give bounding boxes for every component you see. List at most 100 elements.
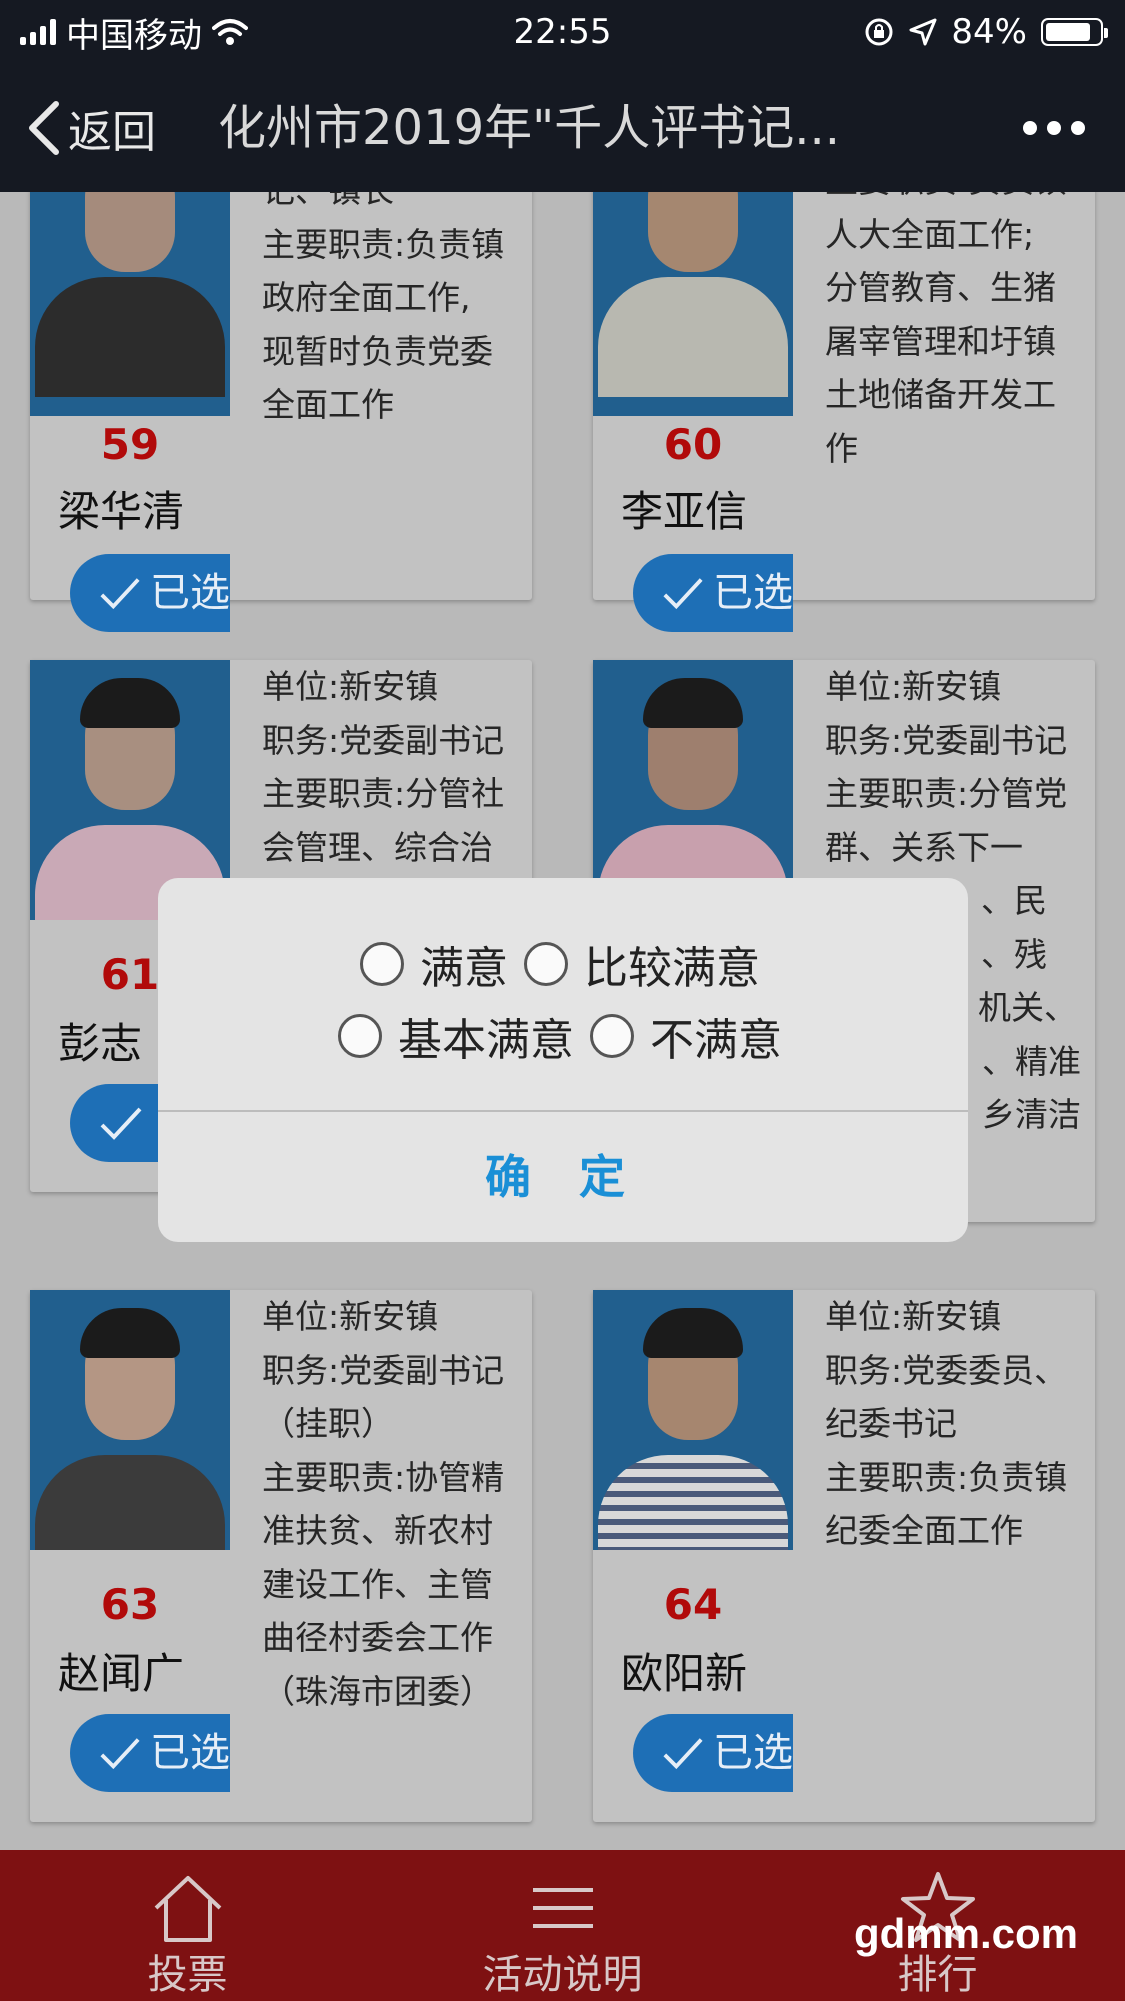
- battery-percent: 84%: [951, 12, 1027, 52]
- info-line: 单位:新安镇: [825, 1297, 1002, 1336]
- candidate-number: 59: [100, 420, 160, 469]
- candidate-info: 单位:新安镇 职务:党委副书记 主要职责:分管社 会管理、综合治: [262, 660, 524, 874]
- radio-button[interactable]: [360, 942, 404, 986]
- info-line: 单位:新安镇: [262, 667, 439, 706]
- check-icon: [663, 578, 703, 610]
- candidate-card: 64 欧阳新 已选 单位:新安镇 职务:党委委员、 纪委书记 主要职责:负责镇 …: [593, 1290, 1095, 1822]
- back-button[interactable]: 返回: [26, 92, 156, 164]
- voted-button[interactable]: 已选: [633, 554, 793, 632]
- candidate-photo: [593, 192, 793, 416]
- info-line: 作: [825, 428, 858, 468]
- info-line: 纪委全面工作: [825, 1511, 1023, 1550]
- info-line: 会管理、综合治: [262, 827, 493, 867]
- nav-bar: 返回 化州市2019年"千人评书记...: [0, 64, 1125, 192]
- status-right: 84%: [863, 8, 1108, 56]
- candidate-card: 59 梁华清 已选 记、镇长 主要职责:负责镇 政府全面工作, 现暂时负责党委 …: [30, 192, 532, 632]
- info-line: 主要职责:分管党: [825, 774, 1068, 813]
- info-line: 准扶贫、新农村: [262, 1511, 493, 1550]
- info-line: 纪委书记: [825, 1404, 957, 1443]
- candidate-info: 单位:新安镇 职务:党委副书记 （挂职） 主要职责:协管精 准扶贫、新农村 建设…: [262, 1290, 524, 1718]
- voted-label: 已选: [713, 570, 793, 616]
- info-line: 主要职责:负责镇: [825, 192, 1087, 208]
- check-icon: [100, 1107, 142, 1140]
- info-line: 现暂时负责党委: [262, 331, 493, 371]
- orientation-lock-icon: [865, 18, 893, 46]
- info-line: 职务:党委副书记: [825, 720, 1068, 760]
- more-dot-icon: [1071, 121, 1085, 135]
- info-line: 主要职责:负责镇: [262, 224, 505, 264]
- candidate-info: 主要职责:负责镇 人大全面工作; 分管教育、生猪 屠宰管理和圩镇 土地储备开发工…: [825, 192, 1087, 475]
- back-label: 返回: [68, 107, 156, 158]
- info-line: 职务:党委副书记: [262, 720, 505, 760]
- page-title: 化州市2019年"千人评书记...: [218, 100, 841, 156]
- rating-option-basically-satisfied[interactable]: 基本满意: [338, 1004, 574, 1068]
- info-line: 全面工作: [262, 385, 394, 424]
- candidate-info: 记、镇长 主要职责:负责镇 政府全面工作, 现暂时负责党委 全面工作: [262, 192, 524, 432]
- voted-label: 已选: [150, 1730, 230, 1776]
- info-line: 主要职责:负责镇: [825, 1457, 1068, 1497]
- info-line: （珠海市团委）: [262, 1671, 493, 1711]
- watermark: gdmm.com: [854, 1910, 1079, 1957]
- info-line: 单位:新安镇: [262, 1297, 439, 1336]
- tab-activity-info[interactable]: 活动说明: [375, 1850, 750, 2001]
- info-line: 政府全面工作,: [262, 278, 471, 317]
- option-label: 不满意: [650, 1015, 782, 1066]
- chevron-left-icon: [29, 101, 59, 155]
- radio-button[interactable]: [590, 1014, 634, 1058]
- voted-button[interactable]: 已选: [70, 1714, 230, 1792]
- rating-option-satisfied[interactable]: 满意: [360, 932, 508, 996]
- rating-option-unsatisfied[interactable]: 不满意: [590, 1004, 782, 1068]
- candidate-photo: [30, 1290, 230, 1550]
- more-dot-icon: [1047, 121, 1061, 135]
- candidate-name: 梁华清: [58, 487, 185, 536]
- candidate-info: 单位:新安镇 职务:党委委员、 纪委书记 主要职责:负责镇 纪委全面工作: [825, 1290, 1087, 1558]
- candidate-card: 63 赵闻广 已选 单位:新安镇 职务:党委副书记 （挂职） 主要职责:协管精 …: [30, 1290, 532, 1822]
- info-line: 记、镇长: [262, 192, 524, 218]
- voted-label: 已选: [713, 1730, 793, 1776]
- info-line: 主要职责:分管社: [262, 774, 505, 813]
- info-line: 分管教育、生猪: [825, 268, 1056, 307]
- option-label: 满意: [420, 943, 508, 994]
- info-line: 单位:新安镇: [825, 667, 1002, 706]
- check-icon: [100, 578, 140, 610]
- info-line: 土地储备开发工: [825, 375, 1056, 414]
- candidate-name: 赵闻广: [58, 1649, 185, 1698]
- confirm-button[interactable]: 确 定: [158, 1112, 968, 1242]
- info-line: 人大全面工作;: [825, 214, 1035, 254]
- voted-label: 已选: [150, 570, 230, 616]
- check-icon: [100, 1738, 140, 1770]
- candidate-name: 李亚信: [621, 487, 748, 536]
- info-line: 建设工作、主管: [262, 1564, 493, 1604]
- radio-button[interactable]: [338, 1014, 382, 1058]
- candidate-photo: [30, 192, 230, 416]
- check-icon: [663, 1738, 703, 1770]
- location-arrow-icon: [909, 18, 937, 46]
- tab-label: 投票: [147, 1952, 228, 1998]
- menu-lines-icon: [532, 1888, 593, 1928]
- info-line: 职务:党委副书记: [262, 1350, 505, 1390]
- voted-button[interactable]: 已选: [633, 1714, 793, 1792]
- status-bar: 中国移动 22:55 84%: [0, 0, 1125, 64]
- tab-vote[interactable]: 投票: [0, 1850, 375, 2001]
- more-dot-icon: [1023, 121, 1037, 135]
- radio-button[interactable]: [524, 942, 568, 986]
- info-line: 曲径村委会工作: [262, 1618, 493, 1657]
- info-line: 职务:党委委员、: [825, 1350, 1068, 1390]
- candidate-photo: [593, 1290, 793, 1550]
- candidate-number: 64: [663, 1580, 723, 1629]
- candidate-number: 60: [663, 420, 723, 469]
- home-icon: [154, 1876, 221, 1942]
- info-line: （挂职）: [262, 1404, 394, 1443]
- more-menu-button[interactable]: [1023, 110, 1085, 146]
- tab-label: 活动说明: [482, 1952, 643, 1998]
- option-label: 比较满意: [584, 943, 760, 994]
- rating-option-fairly-satisfied[interactable]: 比较满意: [524, 932, 760, 996]
- info-line: 群、关系下一: [825, 827, 1023, 867]
- candidate-name: 欧阳新: [621, 1649, 748, 1698]
- app-screen: 中国移动 22:55 84% 返回 化州市2019年"千人评书记... 59 梁…: [0, 0, 1125, 2001]
- candidate-card: 60 李亚信 已选 主要职责:负责镇 人大全面工作; 分管教育、生猪 屠宰管理和…: [593, 192, 1095, 632]
- voted-button[interactable]: 已选: [70, 554, 230, 632]
- info-line: 屠宰管理和圩镇: [825, 321, 1056, 361]
- candidate-number: 63: [100, 1580, 160, 1629]
- info-line: 主要职责:协管精: [262, 1457, 505, 1497]
